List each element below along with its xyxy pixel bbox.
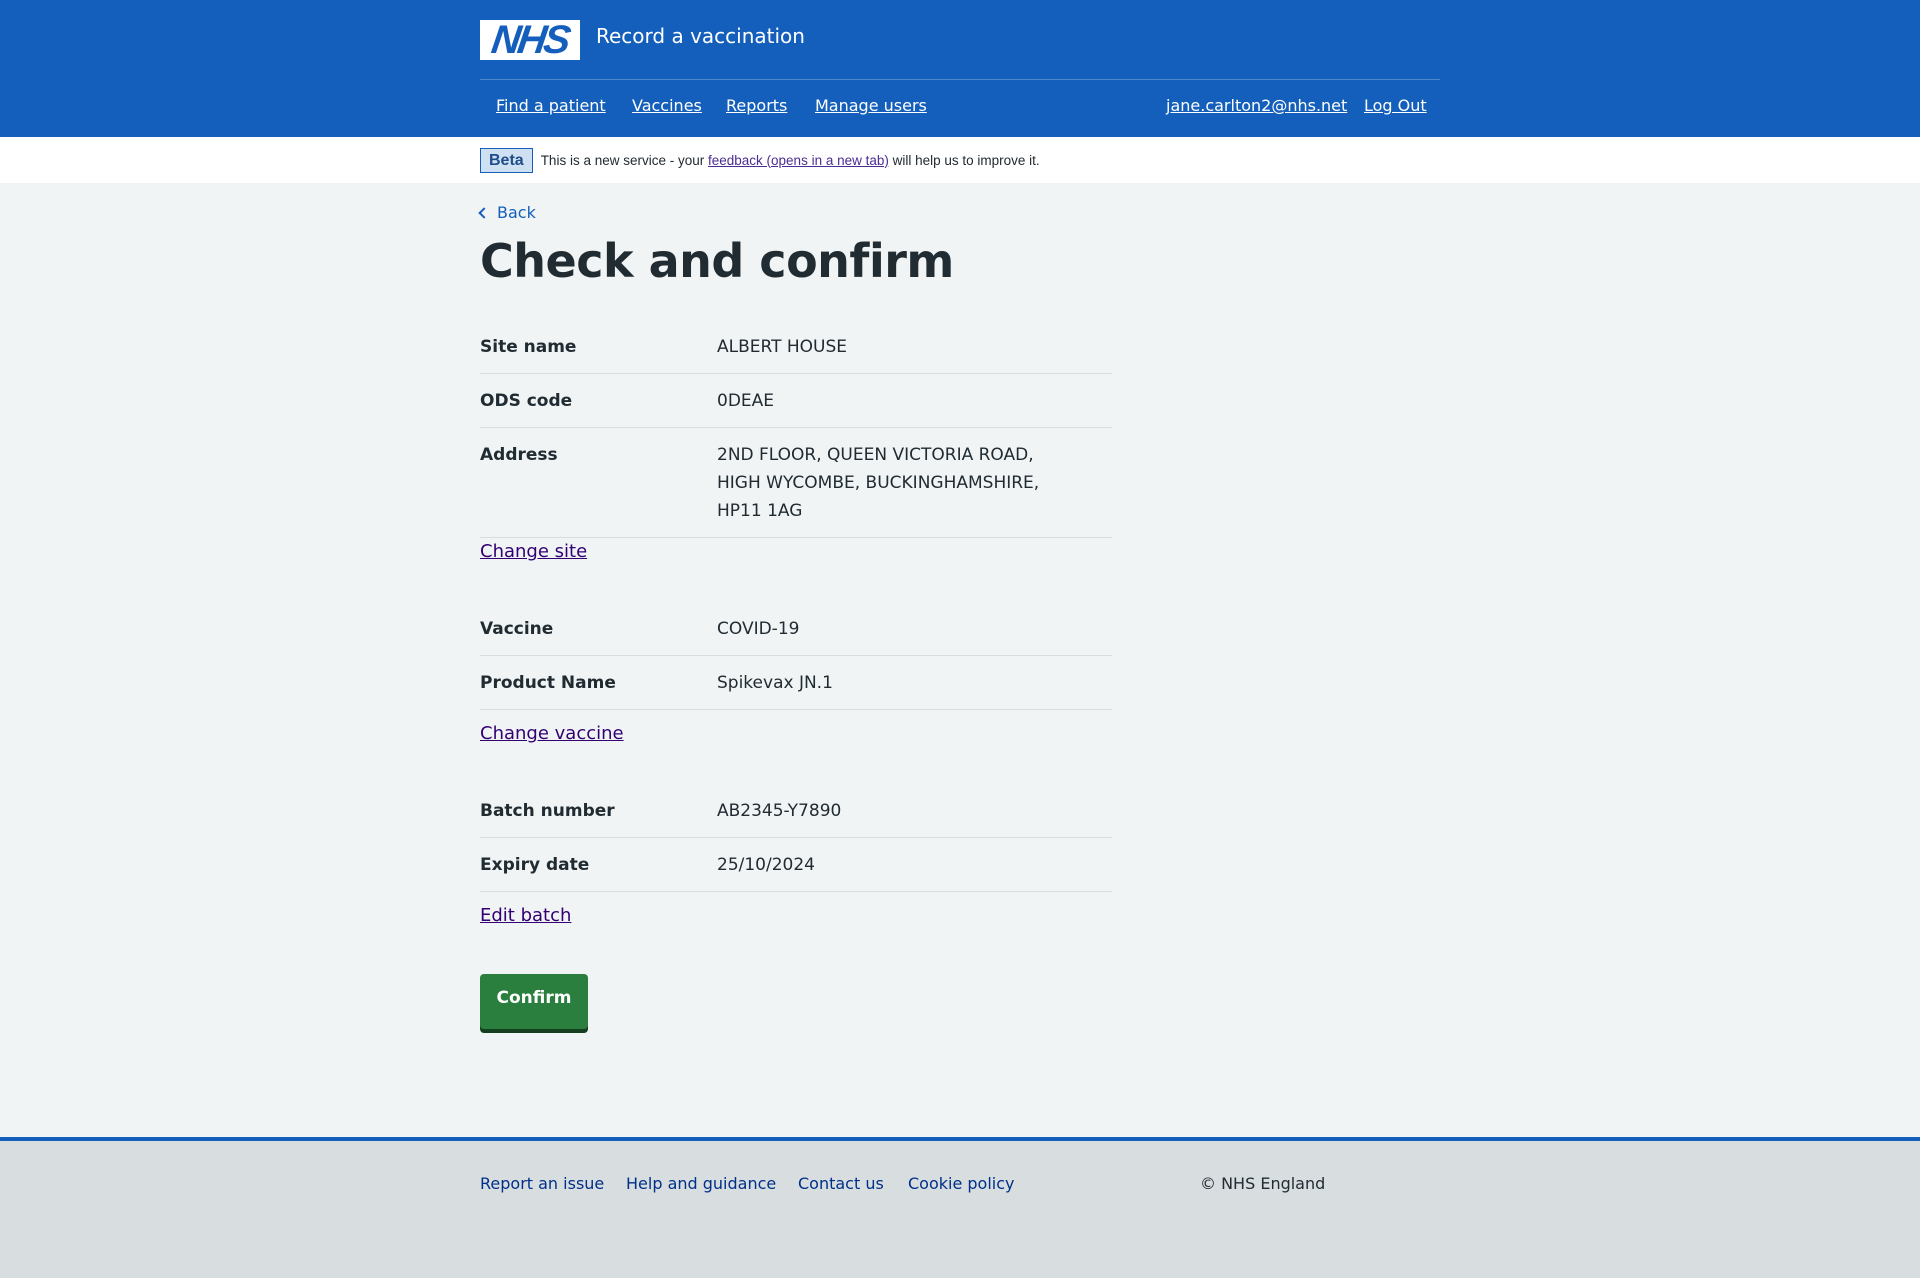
beta-banner: Beta This is a new service - your feedba… bbox=[0, 137, 1920, 183]
beta-text-after: will help us to improve it. bbox=[888, 152, 1040, 168]
row-value: COVID-19 bbox=[717, 619, 800, 639]
row-key: ODS code bbox=[480, 391, 573, 411]
site-footer: Report an issue Help and guidance Contac… bbox=[0, 1137, 1920, 1278]
nhs-logo[interactable]: NHS bbox=[480, 18, 580, 62]
beta-tag: Beta bbox=[480, 147, 533, 173]
row-key: Expiry date bbox=[480, 855, 590, 875]
row-key: Batch number bbox=[480, 801, 615, 821]
summary-row-site-name: Site name ALBERT HOUSE bbox=[480, 320, 1112, 374]
nav-find-a-patient[interactable]: Find a patient bbox=[496, 96, 606, 115]
back-label: Back bbox=[497, 203, 536, 222]
row-value: AB2345-Y7890 bbox=[717, 801, 842, 821]
summary-row-expiry-date: Expiry date 25/10/2024 bbox=[480, 838, 1112, 892]
row-value: 25/10/2024 bbox=[717, 855, 815, 875]
footer-link-help[interactable]: Help and guidance bbox=[626, 1174, 776, 1193]
change-site-link[interactable]: Change site bbox=[480, 541, 587, 562]
row-key: Vaccine bbox=[480, 619, 554, 639]
row-key: Product Name bbox=[480, 673, 616, 693]
confirm-button[interactable]: Confirm bbox=[480, 974, 588, 1029]
primary-nav: Find a patient Vaccines Reports Manage u… bbox=[480, 80, 1440, 136]
site-header: NHS Record a vaccination Find a patient … bbox=[0, 0, 1920, 137]
footer-link-report-issue[interactable]: Report an issue bbox=[480, 1174, 604, 1193]
row-value: 0DEAE bbox=[717, 391, 775, 411]
page-title: Check and confirm bbox=[480, 234, 954, 288]
summary-row-batch-number: Batch number AB2345-Y7890 bbox=[480, 784, 1112, 838]
nav-manage-users[interactable]: Manage users bbox=[815, 96, 927, 115]
chevron-left-icon bbox=[478, 207, 490, 219]
nav-reports[interactable]: Reports bbox=[726, 96, 787, 115]
site-summary: Site name ALBERT HOUSE ODS code 0DEAE Addr… bbox=[480, 320, 1112, 538]
vaccine-summary: Vaccine COVID-19 Product Name Spikevax JN.… bbox=[480, 602, 1112, 710]
beta-text-before: This is a new service - your bbox=[540, 152, 708, 168]
row-key: Address bbox=[480, 445, 558, 465]
footer-link-cookie-policy[interactable]: Cookie policy bbox=[908, 1174, 1015, 1193]
row-value: 2ND FLOOR, QUEEN VICTORIA ROAD, HIGH WYC… bbox=[717, 445, 1040, 521]
header-top: NHS Record a vaccination bbox=[480, 0, 1440, 80]
nhs-logo-text: NHS bbox=[489, 18, 571, 62]
service-name[interactable]: Record a vaccination bbox=[596, 24, 805, 48]
feedback-link[interactable]: feedback (opens in a new tab) bbox=[708, 153, 889, 168]
summary-row-product-name: Product Name Spikevax JN.1 bbox=[480, 656, 1112, 710]
user-email-link[interactable]: jane.carlton2@nhs.net bbox=[1166, 96, 1347, 115]
beta-text: This is a new service - your feedback (o… bbox=[541, 153, 1040, 168]
summary-row-vaccine: Vaccine COVID-19 bbox=[480, 602, 1112, 656]
row-value: ALBERT HOUSE bbox=[717, 337, 848, 357]
footer-link-contact[interactable]: Contact us bbox=[798, 1174, 884, 1193]
back-link[interactable]: Back bbox=[478, 203, 536, 222]
batch-summary: Batch number AB2345-Y7890 Expiry date 25/1… bbox=[480, 784, 1112, 892]
logout-link[interactable]: Log Out bbox=[1364, 96, 1427, 115]
row-value: Spikevax JN.1 bbox=[717, 673, 833, 693]
row-key: Site name bbox=[480, 337, 577, 357]
nav-vaccines[interactable]: Vaccines bbox=[632, 96, 702, 115]
edit-batch-link[interactable]: Edit batch bbox=[480, 905, 571, 926]
summary-row-address: Address 2ND FLOOR, QUEEN VICTORIA ROAD, H… bbox=[480, 428, 1112, 538]
copyright: © NHS England bbox=[1200, 1174, 1326, 1193]
summary-row-ods-code: ODS code 0DEAE bbox=[480, 374, 1112, 428]
change-vaccine-link[interactable]: Change vaccine bbox=[480, 723, 624, 744]
